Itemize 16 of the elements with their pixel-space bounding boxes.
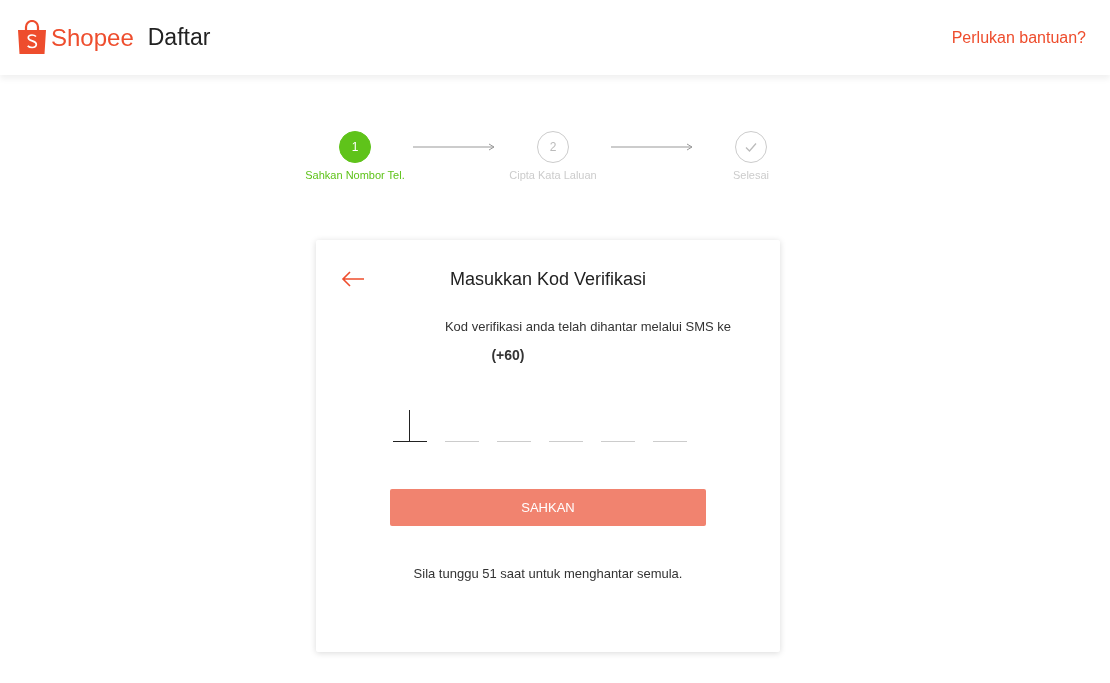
arrow-icon xyxy=(413,143,495,151)
card-title: Masukkan Kod Verifikasi xyxy=(448,267,648,291)
step-label: Sahkan Nombor Tel. xyxy=(305,168,405,183)
help-link[interactable]: Perlukan bantuan? xyxy=(951,25,1086,50)
back-arrow-icon xyxy=(341,271,365,287)
code-digit-field[interactable] xyxy=(393,410,427,442)
phone-number: (+60) xyxy=(491,346,525,365)
shopping-bag-icon xyxy=(17,19,47,56)
step-marker: 1 xyxy=(339,131,371,163)
page-title: Daftar xyxy=(147,23,211,53)
sms-message: Kod verifikasi anda telah dihantar melalui SMS ke xyxy=(444,317,732,336)
text-cursor xyxy=(409,410,410,442)
arrow-icon xyxy=(611,143,693,151)
step-marker: 2 xyxy=(537,131,569,163)
resend-note: Sila tunggu 51 saat untuk menghantar semula. xyxy=(413,565,683,583)
brand-name: Shopee xyxy=(51,22,134,53)
